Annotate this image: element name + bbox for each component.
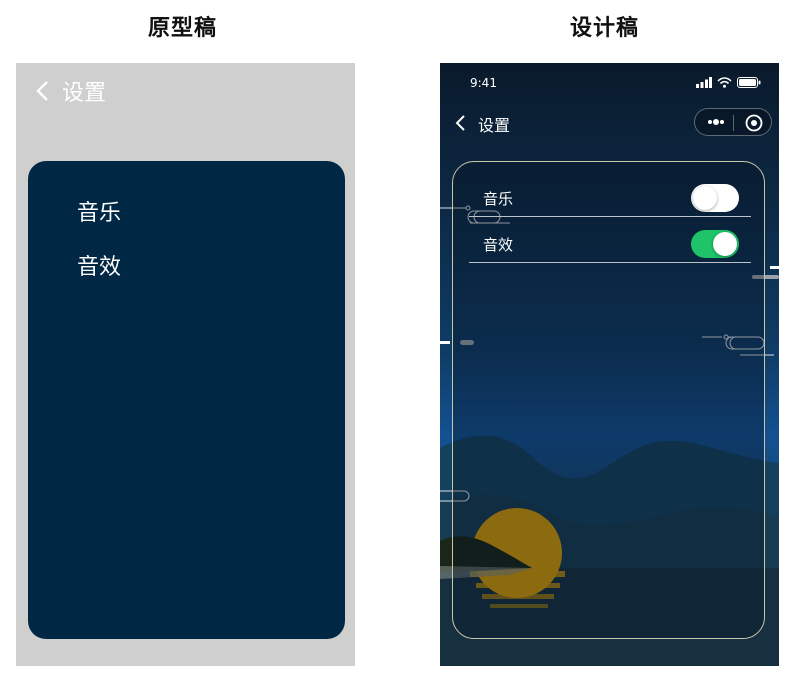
prototype-item-sfx[interactable]: 音效 bbox=[77, 249, 121, 281]
design-caption: 设计稿 bbox=[570, 15, 640, 41]
status-time: 9:41 bbox=[470, 76, 497, 90]
capsule-divider bbox=[733, 115, 734, 131]
music-toggle[interactable] bbox=[691, 184, 739, 212]
chevron-left-icon[interactable] bbox=[30, 78, 56, 104]
mini-program-capsule bbox=[694, 108, 772, 136]
design-mockup: 9:41 设置 音乐 音效 bbox=[440, 63, 779, 666]
toggle-knob bbox=[713, 232, 737, 256]
prototype-title: 设置 bbox=[62, 81, 107, 106]
prototype-mockup: 设置 音乐 音效 bbox=[16, 63, 355, 666]
chevron-left-icon[interactable] bbox=[452, 112, 470, 134]
toggle-knob bbox=[693, 186, 717, 210]
nav-title: 设置 bbox=[478, 116, 511, 135]
battery-icon bbox=[737, 77, 761, 88]
setting-row-music: 音乐 bbox=[469, 176, 751, 217]
prototype-caption: 原型稿 bbox=[148, 15, 218, 41]
sfx-toggle[interactable] bbox=[691, 230, 739, 258]
more-dots-icon[interactable] bbox=[705, 115, 727, 129]
prototype-item-music[interactable]: 音乐 bbox=[77, 195, 121, 227]
setting-row-sfx: 音效 bbox=[469, 222, 751, 263]
setting-label-sfx: 音效 bbox=[483, 236, 514, 254]
target-icon[interactable] bbox=[744, 113, 764, 133]
wifi-icon bbox=[717, 77, 732, 88]
prototype-header: 设置 bbox=[30, 75, 106, 107]
prototype-settings-panel: 音乐 音效 bbox=[28, 161, 345, 639]
status-icons bbox=[696, 77, 761, 88]
settings-panel: 音乐 音效 bbox=[452, 161, 765, 639]
status-bar: 9:41 bbox=[440, 75, 779, 95]
setting-label-music: 音乐 bbox=[483, 190, 514, 208]
signal-icon bbox=[696, 77, 712, 88]
